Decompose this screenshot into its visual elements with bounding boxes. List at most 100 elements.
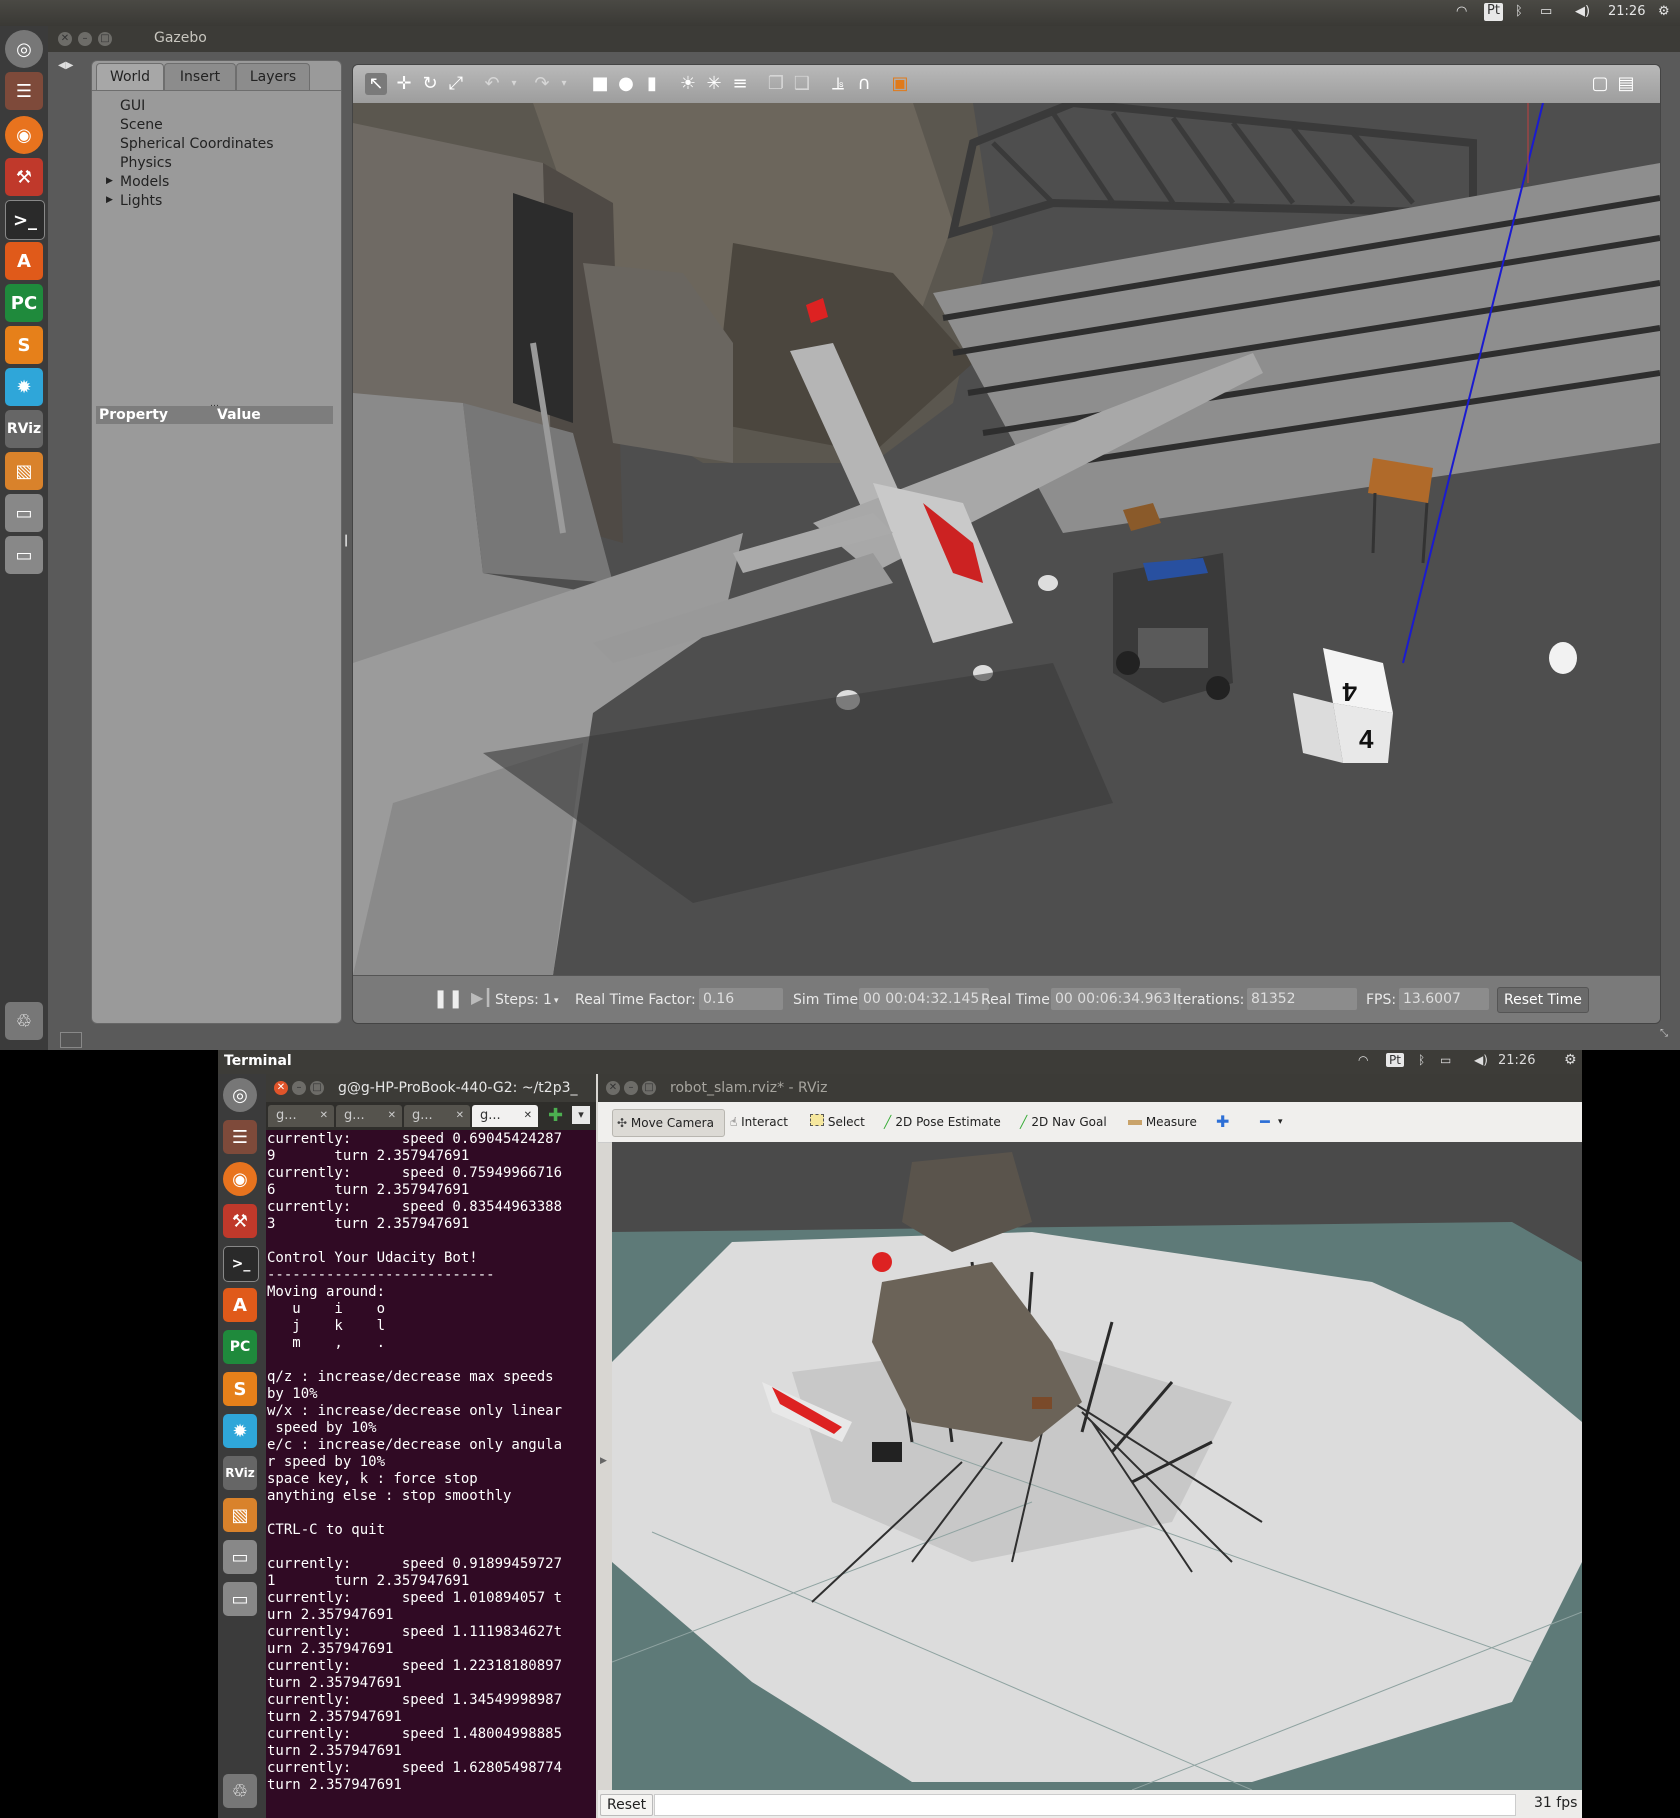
close-icon[interactable]: ✕ (524, 1105, 532, 1127)
keyboard-indicator[interactable]: Pt (1386, 1053, 1404, 1067)
select-button[interactable]: Select (810, 1112, 865, 1132)
2d-nav-goal-button[interactable]: ╱ 2D Nav Goal (1020, 1112, 1107, 1132)
translate-mode-icon[interactable]: ✛ (393, 73, 415, 95)
pycharm-icon[interactable]: PC (223, 1330, 257, 1364)
select-mode-icon[interactable]: ↖ (365, 73, 387, 95)
software-center-icon[interactable]: A (223, 1288, 257, 1322)
move-camera-button[interactable]: ✣ Move Camera (612, 1109, 725, 1137)
remove-tool-icon[interactable]: ━ (1260, 1112, 1270, 1132)
gazebo-icon[interactable]: ✹ (223, 1414, 257, 1448)
wifi-icon[interactable]: ◠ (1358, 1053, 1368, 1067)
redo-icon[interactable]: ↷ (531, 73, 553, 95)
snap-icon[interactable]: ∩ (853, 73, 875, 95)
terminal-output[interactable]: currently: speed 0.69045424287 9 turn 2.3… (266, 1130, 596, 1818)
new-tab-icon[interactable]: ✚ (548, 1105, 563, 1126)
expand-arrow-icon[interactable]: ▶ (106, 176, 113, 186)
settings-icon[interactable]: ⚒ (223, 1204, 257, 1238)
chevron-down-icon[interactable]: ▾ (553, 73, 575, 95)
close-icon[interactable]: ✕ (274, 1081, 288, 1095)
rviz-icon[interactable]: RViz (5, 410, 43, 448)
rotate-mode-icon[interactable]: ↻ (419, 73, 441, 95)
volume-icon[interactable]: ◀) (1575, 4, 1590, 22)
settings-icon[interactable]: ⚒ (5, 158, 43, 196)
copy-icon[interactable]: ❐ (765, 73, 787, 95)
align-icon[interactable]: ⫡ (827, 73, 849, 95)
point-light-icon[interactable]: ☀ (677, 73, 699, 95)
measure-button[interactable]: Measure (1128, 1112, 1197, 1132)
pause-icon[interactable]: ❚❚ (433, 988, 463, 1009)
drive-icon[interactable]: ▭ (5, 494, 43, 532)
software-center-icon[interactable]: A (5, 242, 43, 280)
maximize-icon[interactable]: □ (642, 1081, 656, 1095)
rviz-3d-view[interactable] (612, 1142, 1582, 1790)
paste-icon[interactable]: ❑ (791, 73, 813, 95)
pycharm-icon[interactable]: PC (5, 284, 43, 322)
tree-item-models[interactable]: Models (120, 174, 169, 190)
undo-icon[interactable]: ↶ (481, 73, 503, 95)
sublime-icon[interactable]: S (5, 326, 43, 364)
add-tool-icon[interactable]: ✚ (1216, 1112, 1229, 1132)
firefox-icon[interactable]: ◉ (223, 1162, 257, 1196)
clock[interactable]: 21:26 (1498, 1053, 1535, 1068)
drive-icon-2[interactable]: ▭ (5, 536, 43, 574)
expand-arrow-icon[interactable]: ▶ (106, 195, 113, 205)
gear-icon[interactable]: ⚙ (1658, 4, 1670, 22)
box-shape-icon[interactable]: ■ (589, 73, 611, 95)
panel-splitter[interactable]: ┃ (343, 536, 349, 547)
terminal-tab[interactable]: g... ✕ (336, 1105, 402, 1127)
cylinder-shape-icon[interactable]: ▮ (641, 73, 663, 95)
battery-icon[interactable]: ▭ (1440, 1053, 1451, 1067)
tab-menu-icon[interactable]: ▾ (572, 1106, 590, 1124)
battery-icon[interactable]: ▭ (1540, 4, 1552, 22)
terminal-tab-active[interactable]: g... ✕ (472, 1105, 538, 1127)
clock[interactable]: 21:26 (1608, 4, 1645, 22)
terminal-icon[interactable]: >_ (223, 1246, 259, 1282)
terminal-icon[interactable]: >_ (5, 200, 45, 240)
chevron-down-icon[interactable]: ▾ (1278, 1112, 1283, 1132)
step-icon[interactable]: ▶┃ (471, 988, 493, 1007)
reset-time-button[interactable]: Reset Time (1497, 987, 1589, 1013)
drive-icon[interactable]: ▭ (223, 1540, 257, 1574)
gazebo-icon[interactable]: ✹ (5, 368, 43, 406)
tree-item-scene[interactable]: Scene (120, 117, 163, 133)
trash-icon[interactable]: ♲ (223, 1774, 257, 1808)
keyboard-indicator[interactable]: Pt (1484, 3, 1503, 21)
minimize-icon[interactable]: – (292, 1081, 306, 1095)
close-icon[interactable]: ✕ (58, 32, 72, 46)
minimize-icon[interactable]: – (78, 32, 92, 46)
directional-light-icon[interactable]: ≡ (729, 73, 751, 95)
record-icon[interactable]: ▤ (1615, 73, 1637, 95)
package-icon[interactable]: ▧ (223, 1498, 257, 1532)
steps-value[interactable]: 1 (543, 992, 552, 1008)
tree-item-gui[interactable]: GUI (120, 98, 145, 114)
tree-item-lights[interactable]: Lights (120, 193, 162, 209)
view-angle-icon[interactable]: ▣ (889, 73, 911, 95)
maximize-icon[interactable]: □ (98, 32, 112, 46)
gazebo-3d-scene[interactable]: 4 4 (353, 103, 1660, 975)
close-icon[interactable]: ✕ (606, 1081, 620, 1095)
close-icon[interactable]: ✕ (388, 1105, 396, 1127)
terminal-tab[interactable]: g... ✕ (404, 1105, 470, 1127)
terminal-tab[interactable]: g... ✕ (268, 1105, 334, 1127)
close-icon[interactable]: ✕ (320, 1105, 328, 1127)
scale-mode-icon[interactable]: ⤢ (445, 73, 467, 95)
bluetooth-icon[interactable]: ᛒ (1515, 4, 1523, 22)
rviz-icon[interactable]: RViz (223, 1456, 257, 1490)
2d-pose-estimate-button[interactable]: ╱ 2D Pose Estimate (884, 1112, 1001, 1132)
tree-item-spherical-coordinates[interactable]: Spherical Coordinates (120, 136, 274, 152)
camera-icon[interactable]: ▢ (1589, 73, 1611, 95)
wifi-icon[interactable]: ◠ (1456, 4, 1467, 22)
interact-button[interactable]: ☝ Interact (730, 1112, 788, 1132)
ubuntu-dash-icon[interactable]: ◎ (5, 30, 43, 68)
sphere-shape-icon[interactable]: ● (615, 73, 637, 95)
files-icon[interactable]: ☰ (5, 72, 43, 110)
tree-item-physics[interactable]: Physics (120, 155, 172, 171)
firefox-icon[interactable]: ◉ (5, 116, 43, 154)
splitter-arrow-icon[interactable]: ▶ (600, 1456, 607, 1466)
package-icon[interactable]: ▧ (5, 452, 43, 490)
tab-layers[interactable]: Layers (236, 63, 310, 90)
spot-light-icon[interactable]: ✳ (703, 73, 725, 95)
show-desktop-icon[interactable] (60, 1032, 82, 1048)
minimize-icon[interactable]: – (624, 1081, 638, 1095)
close-icon[interactable]: ✕ (456, 1105, 464, 1127)
